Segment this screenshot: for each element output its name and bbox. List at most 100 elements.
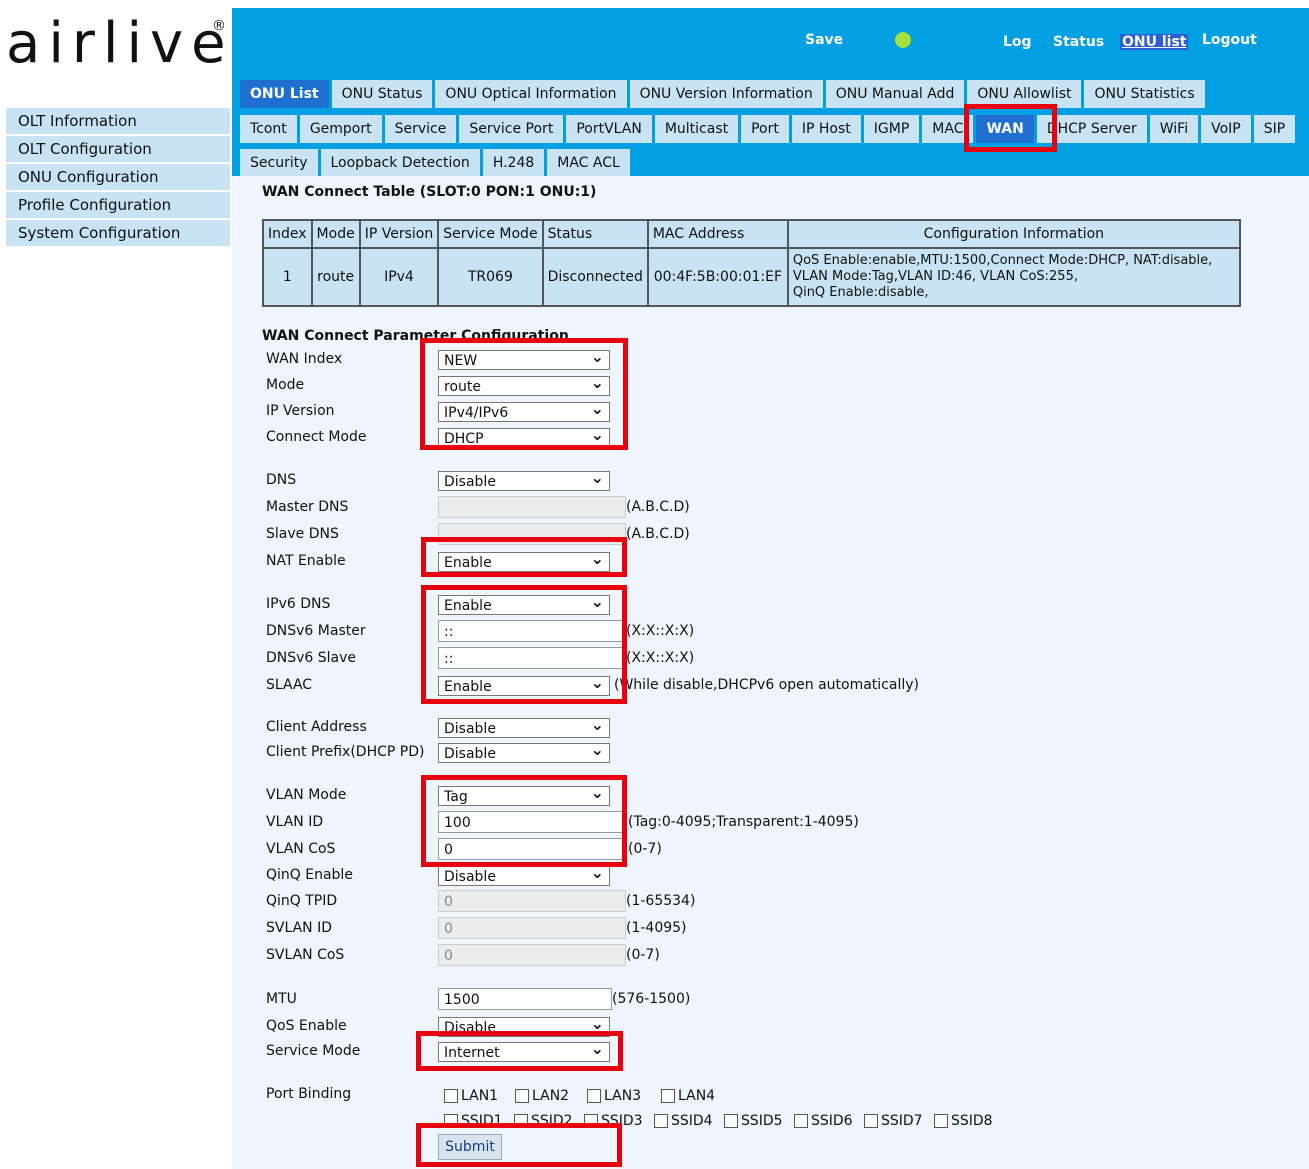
- table-row[interactable]: 1 route IPv4 TR069 Disconnected 00:4F:5B…: [262, 247, 1241, 307]
- checkbox-box[interactable]: [864, 1114, 878, 1128]
- tab-mac-acl[interactable]: MAC ACL: [547, 149, 633, 177]
- checkbox-box[interactable]: [515, 1089, 529, 1103]
- tab-h248[interactable]: H.248: [482, 149, 548, 177]
- port-binding-label: Port Binding: [266, 1086, 352, 1102]
- svlan-id-label: SVLAN ID: [266, 920, 332, 936]
- ssid8-checkbox[interactable]: SSID8: [934, 1113, 993, 1129]
- svlan-id-input[interactable]: 0: [438, 917, 626, 939]
- lan3-label: LAN3: [604, 1088, 642, 1104]
- tab-area: ONU List ONU Status ONU Optical Informat…: [232, 70, 1309, 177]
- qinq-enable-select[interactable]: Disable: [438, 863, 610, 886]
- ssid5-checkbox[interactable]: SSID5: [724, 1113, 783, 1129]
- sidebar-item-system-configuration[interactable]: System Configuration: [6, 220, 230, 248]
- mtu-hint: (576-1500): [612, 991, 691, 1007]
- tab-onu-version-information[interactable]: ONU Version Information: [629, 80, 826, 108]
- ssid7-label: SSID7: [881, 1113, 923, 1129]
- cell-service-mode: TR069: [437, 247, 544, 307]
- lan4-checkbox[interactable]: LAN4: [661, 1088, 715, 1104]
- tab-onu-manual-add[interactable]: ONU Manual Add: [825, 80, 968, 108]
- svlan-cos-hint: (0-7): [626, 947, 660, 963]
- lan1-checkbox[interactable]: LAN1: [444, 1088, 498, 1104]
- qinq-enable-label: QinQ Enable: [266, 867, 353, 883]
- tab-gemport[interactable]: Gemport: [299, 115, 385, 143]
- qos-enable-label: QoS Enable: [266, 1018, 347, 1034]
- logout-link[interactable]: Logout: [1202, 32, 1257, 48]
- dns-label: DNS: [266, 472, 297, 488]
- nat-enable-label: NAT Enable: [266, 553, 346, 569]
- svlan-cos-input[interactable]: 0: [438, 944, 626, 966]
- highlight-ipv6-settings: [421, 585, 627, 704]
- highlight-service-mode: [416, 1031, 623, 1071]
- mtu-input[interactable]: 1500: [438, 988, 612, 1010]
- tab-port[interactable]: Port: [741, 115, 792, 143]
- highlight-vlan-settings: [421, 775, 627, 867]
- tab-igmp[interactable]: IGMP: [863, 115, 923, 143]
- tab-security[interactable]: Security: [240, 149, 321, 177]
- highlight-submit: [416, 1123, 622, 1167]
- checkbox-box[interactable]: [724, 1114, 738, 1128]
- tab-onu-optical-information[interactable]: ONU Optical Information: [435, 80, 630, 108]
- highlight-wan-tab: [964, 104, 1057, 152]
- dns-select[interactable]: Disable: [438, 468, 610, 491]
- table-header-row: Index Mode IP Version Service Mode Statu…: [262, 219, 1241, 249]
- lan2-label: LAN2: [532, 1088, 570, 1104]
- tab-multicast[interactable]: Multicast: [654, 115, 742, 143]
- qinq-tpid-input[interactable]: 0: [438, 890, 626, 912]
- ssid6-checkbox[interactable]: SSID6: [794, 1113, 853, 1129]
- status-indicator-icon: [895, 32, 911, 48]
- tab-onu-status[interactable]: ONU Status: [331, 80, 436, 108]
- tab-service-port[interactable]: Service Port: [459, 115, 567, 143]
- checkbox-box[interactable]: [934, 1114, 948, 1128]
- ssid7-checkbox[interactable]: SSID7: [864, 1113, 923, 1129]
- tab-sip[interactable]: SIP: [1253, 115, 1299, 143]
- cell-mode: route: [310, 247, 361, 307]
- sidebar-item-olt-information[interactable]: OLT Information: [6, 108, 230, 136]
- save-link[interactable]: Save: [805, 32, 843, 48]
- tab-onu-list[interactable]: ONU List: [240, 80, 332, 108]
- checkbox-box[interactable]: [654, 1114, 668, 1128]
- sidebar-item-onu-configuration[interactable]: ONU Configuration: [6, 164, 230, 192]
- col-index: Index: [262, 219, 313, 249]
- tab-tcont[interactable]: Tcont: [240, 115, 300, 143]
- tab-onu-statistics[interactable]: ONU Statistics: [1084, 80, 1208, 108]
- tab-portvlan[interactable]: PortVLAN: [566, 115, 655, 143]
- checkbox-box[interactable]: [661, 1089, 675, 1103]
- airlive-logo: airlive ®: [0, 8, 232, 100]
- qinq-tpid-hint: (1-65534): [626, 893, 696, 909]
- client-address-select[interactable]: Disable: [438, 715, 610, 738]
- client-prefix-select[interactable]: Disable: [438, 740, 610, 763]
- lan3-checkbox[interactable]: LAN3: [587, 1088, 641, 1104]
- col-ip-version: IP Version: [358, 219, 440, 249]
- vlan-mode-label: VLAN Mode: [266, 787, 347, 803]
- onu-list-link[interactable]: ONU list: [1120, 34, 1189, 50]
- checkbox-box[interactable]: [794, 1114, 808, 1128]
- dnsv6-slave-hint: (X:X::X:X): [626, 650, 695, 666]
- vlan-id-label: VLAN ID: [266, 814, 324, 830]
- tab-ip-host[interactable]: IP Host: [791, 115, 864, 143]
- checkbox-box[interactable]: [587, 1089, 601, 1103]
- service-mode-label: Service Mode: [266, 1043, 361, 1059]
- tab-voip[interactable]: VoIP: [1201, 115, 1254, 143]
- master-dns-label: Master DNS: [266, 499, 349, 515]
- svlan-cos-label: SVLAN CoS: [266, 947, 345, 963]
- sidebar-item-olt-configuration[interactable]: OLT Configuration: [6, 136, 230, 164]
- status-link[interactable]: Status: [1053, 34, 1104, 50]
- ip-version-label: IP Version: [266, 403, 335, 419]
- lan2-checkbox[interactable]: LAN2: [515, 1088, 569, 1104]
- highlight-connection-settings: [420, 338, 628, 450]
- registered-mark: ®: [212, 18, 226, 34]
- col-mac-address: MAC Address: [646, 219, 789, 249]
- log-link[interactable]: Log: [1003, 34, 1032, 50]
- sidebar-item-profile-configuration[interactable]: Profile Configuration: [6, 192, 230, 220]
- lan1-label: LAN1: [461, 1088, 499, 1104]
- main-content: WAN Connect Table (SLOT:0 PON:1 ONU:1) I…: [232, 176, 1309, 1169]
- tab-wifi[interactable]: WiFi: [1149, 115, 1202, 143]
- checkbox-box[interactable]: [444, 1089, 458, 1103]
- mtu-label: MTU: [266, 991, 297, 1007]
- master-dns-input[interactable]: [438, 496, 626, 518]
- col-status: Status: [541, 219, 649, 249]
- tab-service[interactable]: Service: [384, 115, 460, 143]
- cell-ip-version: IPv4: [358, 247, 440, 307]
- ssid4-checkbox[interactable]: SSID4: [654, 1113, 713, 1129]
- tab-loopback-detection[interactable]: Loopback Detection: [320, 149, 483, 177]
